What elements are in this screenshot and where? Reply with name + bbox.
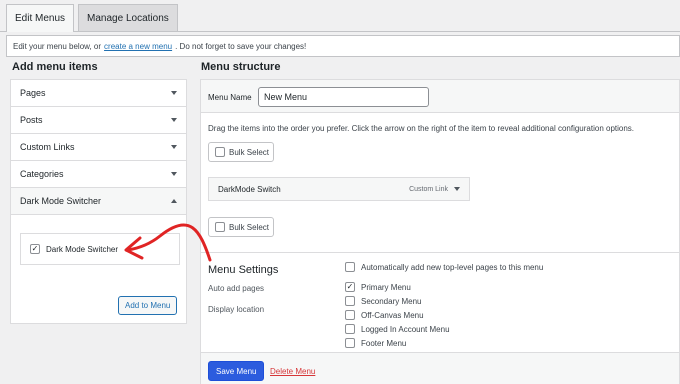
delete-menu-link[interactable]: Delete Menu — [270, 367, 315, 376]
menu-structure-panel: Menu Name New Menu Drag the items into t… — [200, 79, 680, 384]
footer-menu-checkbox[interactable] — [345, 338, 355, 348]
option-label: Secondary Menu — [361, 296, 422, 306]
menu-footer: Save Menu Delete Menu — [201, 352, 679, 384]
caret-down-icon — [171, 172, 177, 176]
dark-mode-checkbox-list: Dark Mode Switcher — [20, 233, 180, 265]
notice-bar: Edit your menu below, or create a new me… — [6, 35, 680, 57]
menu-settings-heading: Menu Settings — [208, 264, 279, 276]
location-secondary-menu[interactable]: Secondary Menu — [345, 296, 421, 306]
add-to-menu-button[interactable]: Add to Menu — [118, 296, 178, 315]
menu-name-header: Menu Name New Menu — [201, 80, 679, 113]
auto-add-pages-label: Auto add pages — [208, 284, 265, 293]
option-label: Primary Menu — [361, 282, 411, 292]
accordion-label: Categories — [20, 169, 64, 179]
menu-item-title: DarkMode Switch — [218, 184, 281, 194]
accordion-posts[interactable]: Posts — [11, 107, 186, 134]
caret-up-icon — [171, 199, 177, 203]
option-label: Logged In Account Menu — [361, 324, 450, 334]
accordion-dark-mode-switcher[interactable]: Dark Mode Switcher — [11, 188, 186, 215]
save-menu-button[interactable]: Save Menu — [208, 361, 265, 381]
menu-item-type: Custom Link — [409, 185, 448, 193]
caret-down-icon — [171, 145, 177, 149]
accordion-label: Dark Mode Switcher — [20, 196, 102, 206]
option-label: Footer Menu — [361, 338, 407, 348]
menu-structure-heading: Menu structure — [201, 61, 281, 73]
dark-mode-switcher-checkbox-label: Dark Mode Switcher — [46, 244, 119, 254]
create-new-menu-link[interactable]: create a new menu — [104, 42, 172, 51]
primary-menu-checkbox[interactable] — [345, 282, 355, 292]
caret-down-icon — [171, 91, 177, 95]
auto-add-pages-checkbox[interactable] — [345, 262, 355, 272]
notice-suffix: . Do not forget to save your changes! — [175, 41, 307, 51]
bulk-select-label: Bulk Select — [229, 147, 270, 157]
logged-in-account-menu-checkbox[interactable] — [345, 324, 355, 334]
menu-name-label: Menu Name — [208, 93, 252, 102]
off-canvas-menu-checkbox[interactable] — [345, 310, 355, 320]
notice-prefix: Edit your menu below, or — [13, 41, 102, 51]
tabs-divider — [0, 31, 680, 32]
add-menu-items-heading: Add menu items — [12, 61, 98, 73]
settings-divider — [201, 252, 679, 253]
accordion-custom-links[interactable]: Custom Links — [11, 134, 186, 161]
menu-item-darkmode-switch[interactable]: DarkMode Switch Custom Link — [208, 177, 470, 201]
tab-edit-menus[interactable]: Edit Menus — [6, 4, 75, 32]
dark-mode-switcher-panel: Dark Mode Switcher Add to Menu — [11, 215, 186, 323]
accordion-label: Custom Links — [20, 142, 75, 152]
accordion-pages[interactable]: Pages — [11, 80, 186, 107]
expand-arrow-icon[interactable] — [454, 187, 460, 191]
bulk-select-checkbox — [215, 147, 225, 157]
bulk-select-top-button[interactable]: Bulk Select — [208, 142, 274, 162]
auto-add-pages-option[interactable]: Automatically add new top-level pages to… — [345, 262, 543, 272]
menu-name-input[interactable]: New Menu — [258, 87, 429, 107]
location-off-canvas-menu[interactable]: Off-Canvas Menu — [345, 310, 424, 320]
bulk-select-checkbox — [215, 222, 225, 232]
dark-mode-switcher-checkbox[interactable] — [30, 244, 40, 254]
display-location-label: Display location — [208, 305, 265, 314]
tab-bar: Edit Menus Manage Locations — [6, 4, 178, 32]
accordion-label: Posts — [20, 115, 43, 125]
bulk-select-bottom-button[interactable]: Bulk Select — [208, 217, 274, 237]
accordion-categories[interactable]: Categories — [11, 161, 186, 188]
add-menu-items-accordion: Pages Posts Custom Links Categories Dark… — [10, 79, 187, 324]
option-label: Off-Canvas Menu — [361, 310, 424, 320]
location-footer-menu[interactable]: Footer Menu — [345, 338, 406, 348]
location-primary-menu[interactable]: Primary Menu — [345, 282, 411, 292]
tab-manage-locations[interactable]: Manage Locations — [78, 4, 178, 31]
caret-down-icon — [171, 118, 177, 122]
drag-instructions: Drag the items into the order you prefer… — [208, 124, 635, 133]
secondary-menu-checkbox[interactable] — [345, 296, 355, 306]
accordion-label: Pages — [20, 88, 46, 98]
location-logged-in-account-menu[interactable]: Logged In Account Menu — [345, 324, 450, 334]
bulk-select-label: Bulk Select — [229, 222, 270, 232]
option-label: Automatically add new top-level pages to… — [361, 262, 544, 272]
